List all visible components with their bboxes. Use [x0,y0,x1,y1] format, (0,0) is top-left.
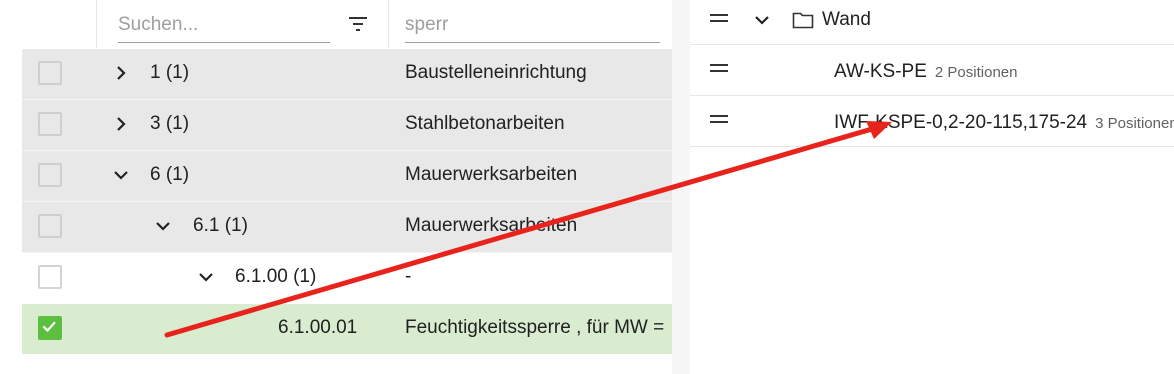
tree-row-selected[interactable]: 6.1.00.01 Feuchtigkeitssperre , für MW = [22,304,672,354]
row-number: 3 (1) [150,113,190,134]
row-checkbox[interactable] [38,112,62,136]
chevron-down-icon[interactable] [112,166,130,184]
positions-count: 3 Positionen [1095,115,1174,132]
tree-header [22,0,672,48]
folder-icon [792,12,814,29]
row-description: Feuchtigkeitssperre , für MW = [405,317,665,338]
element-row[interactable]: AW-KS-PE 2 Positionen [690,45,1174,96]
row-number: 6.1.00 (1) [235,266,317,287]
chevron-right-icon[interactable] [112,64,130,82]
row-checkbox[interactable] [38,163,62,187]
element-row[interactable]: IWF-KSPE-0,2-20-115,175-24 3 Positionen [690,96,1174,147]
chevron-down-icon[interactable] [753,11,771,29]
row-checkbox[interactable] [38,214,62,238]
drag-handle-icon[interactable] [710,115,728,127]
row-description: Mauerwerksarbeiten [405,164,578,185]
tree-row[interactable]: 1 (1) Baustelleneinrichtung [22,49,672,100]
column-divider [388,0,389,48]
drag-handle-icon[interactable] [710,14,728,26]
positions-count: 2 Positionen [934,64,1018,81]
check-icon [42,321,56,333]
tree-row[interactable]: 6.1 (1) Mauerwerksarbeiten [22,202,672,253]
element-name: AW-KS-PE [834,61,927,82]
row-checkbox-checked[interactable] [38,316,62,340]
row-checkbox[interactable] [38,265,62,289]
element-list-panel: Wand AW-KS-PE 2 Positionen IWF-KSPE-0,2-2… [690,0,1174,374]
row-description: Baustelleneinrichtung [405,62,587,83]
element-name: IWF-KSPE-0,2-20-115,175-24 [834,112,1088,133]
position-tree-panel: 1 (1) Baustelleneinrichtung 3 (1) Stahlb… [22,0,672,374]
row-number: 6 (1) [150,164,190,185]
element-item: IWF-KSPE-0,2-20-115,175-24 3 Positionen [834,112,1174,134]
chevron-down-icon[interactable] [154,217,172,235]
row-number: 6.1.00.01 [278,317,358,338]
folder-name: Wand [822,9,871,30]
search-field[interactable] [118,14,330,43]
description-filter-input[interactable] [405,14,660,36]
search-input[interactable] [118,14,330,36]
row-description: - [405,266,412,287]
row-description: Mauerwerksarbeiten [405,215,578,236]
chevron-down-icon[interactable] [197,268,215,286]
tree-row[interactable]: 6 (1) Mauerwerksarbeiten [22,151,672,202]
column-divider [96,0,97,48]
row-description: Stahlbetonarbeiten [405,113,565,134]
drag-handle-icon[interactable] [710,64,728,76]
row-number: 6.1 (1) [193,215,248,236]
folder-row[interactable]: Wand [690,0,1174,45]
filter-icon[interactable] [346,12,370,36]
panel-divider [672,0,690,374]
description-filter-field[interactable] [405,14,660,43]
row-checkbox[interactable] [38,61,62,85]
chevron-right-icon[interactable] [112,115,130,133]
tree-row[interactable]: 6.1.00 (1) - [22,253,672,303]
element-item: AW-KS-PE 2 Positionen [834,61,1017,83]
row-number: 1 (1) [150,62,190,83]
tree-row[interactable]: 3 (1) Stahlbetonarbeiten [22,100,672,151]
